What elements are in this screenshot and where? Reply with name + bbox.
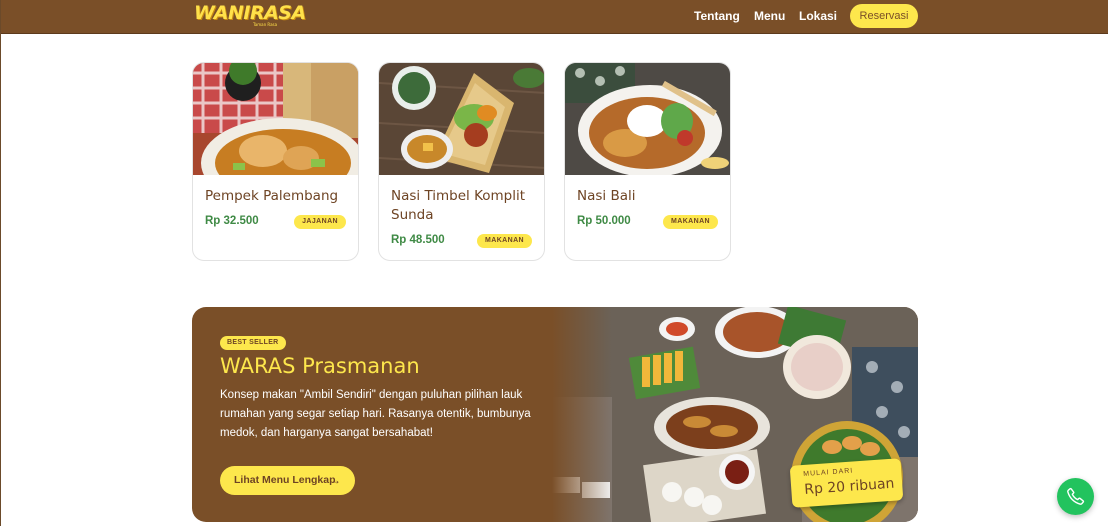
nav-link-lokasi[interactable]: Lokasi	[799, 9, 837, 23]
lihat-menu-button[interactable]: Lihat Menu Lengkap →	[220, 466, 355, 495]
best-seller-badge: BEST SELLER	[220, 336, 286, 350]
menu-card-category-badge: MAKANAN	[477, 234, 532, 248]
menu-card[interactable]: Pempek Palembang Rp 32.500 JAJANAN	[192, 62, 359, 261]
price-tag: MULAI DARI Rp 20 ribuan	[789, 458, 904, 508]
price-prefix: MULAI DARI	[803, 467, 854, 478]
banner-gradient	[552, 307, 612, 522]
menu-card-name: Pempek Palembang	[205, 188, 339, 204]
menu-card-price: Rp 48.500	[391, 234, 445, 246]
menu-card-image	[193, 63, 358, 175]
promo-banner: BEST SELLER WARAS Prasmanan Konsep makan…	[192, 307, 918, 522]
menu-card[interactable]: Nasi Timbel Komplit Sunda Rp 48.500 MAKA…	[378, 62, 545, 261]
menu-card-price: Rp 32.500	[205, 215, 259, 227]
site-header: WANIRASA Taman Rasa Tentang Menu Lokasi …	[1, 0, 1108, 34]
menu-card-image	[379, 63, 544, 175]
site-logo[interactable]: WANIRASA	[194, 2, 306, 24]
logo-tagline: Taman Rasa	[253, 22, 278, 27]
nav-link-tentang[interactable]: Tentang	[694, 9, 740, 23]
menu-card-image	[565, 63, 730, 175]
phone-contact-button[interactable]	[1057, 478, 1094, 515]
phone-icon	[1067, 487, 1085, 505]
menu-card-category-badge: MAKANAN	[663, 215, 718, 229]
lihat-menu-label: Lihat Menu Lengkap	[234, 474, 336, 486]
promo-title: WARAS Prasmanan	[220, 354, 420, 378]
arrow-right-icon: →	[329, 473, 341, 487]
reservasi-button[interactable]: Reservasi	[850, 4, 918, 28]
menu-card-name: Nasi Timbel Komplit Sunda	[391, 188, 526, 223]
menu-card-name: Nasi Bali	[577, 188, 636, 204]
menu-card-category-badge: JAJANAN	[294, 215, 346, 229]
nav-link-menu[interactable]: Menu	[754, 9, 785, 23]
price-value: Rp 20 ribuan	[803, 475, 895, 498]
menu-card-price: Rp 50.000	[577, 215, 631, 227]
menu-card[interactable]: Nasi Bali Rp 50.000 MAKANAN	[564, 62, 731, 261]
promo-description: Konsep makan "Ambil Sendiri" dengan pulu…	[220, 389, 531, 439]
